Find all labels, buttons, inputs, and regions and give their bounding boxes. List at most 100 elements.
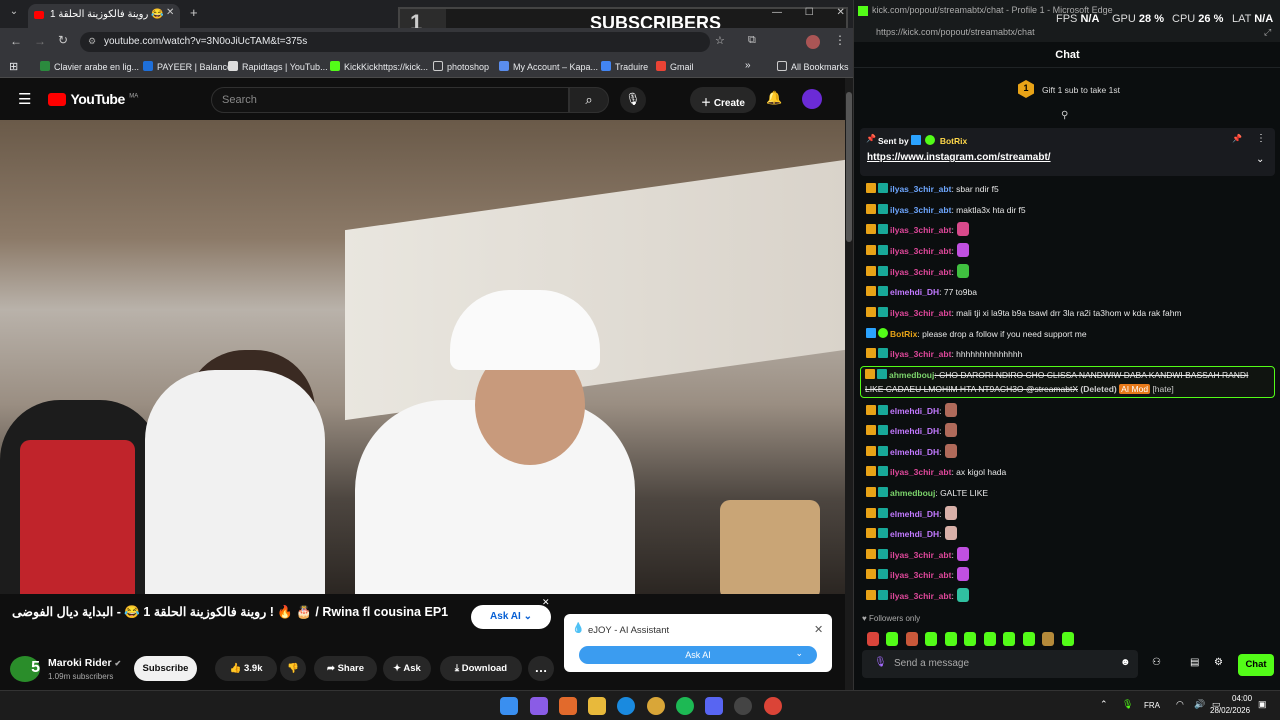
clock-date[interactable]: 28/02/2026 xyxy=(1210,706,1250,715)
app-icon[interactable] xyxy=(647,697,665,715)
unpin-icon[interactable]: 📌 xyxy=(1232,134,1242,143)
scrollbar-thumb[interactable] xyxy=(846,92,852,242)
site-info-icon[interactable]: ⚙ xyxy=(88,36,96,47)
chat-username[interactable]: ilyas_3chir_abt xyxy=(890,267,951,277)
ejoy-close-icon[interactable]: ✕ xyxy=(814,623,823,636)
account-avatar[interactable] xyxy=(802,89,822,109)
chat-username[interactable]: elmehdi_DH xyxy=(890,287,939,297)
discord-icon[interactable] xyxy=(705,697,723,715)
users-icon[interactable]: ⚇ xyxy=(1152,657,1161,668)
create-button[interactable]: ＋ Create xyxy=(690,87,756,113)
more-actions-button[interactable]: … xyxy=(528,656,554,681)
pinned-expand-icon[interactable]: ⌄ xyxy=(1256,154,1264,165)
ejoy-ask-ai-button[interactable]: Ask AI ⌄ xyxy=(579,646,817,664)
pinned-link[interactable]: https://www.instagram.com/streamabt/ xyxy=(867,152,1051,163)
more-bookmarks-icon[interactable]: » xyxy=(745,60,751,71)
language-indicator[interactable]: FRA xyxy=(1144,701,1160,710)
chat-username[interactable]: ilyas_3chir_abt xyxy=(890,467,951,477)
clock-time[interactable]: 04:00 xyxy=(1232,694,1252,703)
bookmark-folder[interactable]: photoshop xyxy=(433,61,489,72)
tray-chevron-icon[interactable]: ⌃ xyxy=(1100,699,1108,710)
search-button[interactable]: ⌕ xyxy=(569,87,609,113)
start-menu-icon[interactable] xyxy=(500,697,518,715)
emote-icon[interactable] xyxy=(964,632,977,646)
spotify-icon[interactable] xyxy=(676,697,694,715)
video-player[interactable] xyxy=(0,120,845,594)
bookmark-item[interactable]: KickKickhttps://kick... xyxy=(330,61,428,72)
notifications-bell-icon[interactable]: 🔔 xyxy=(766,90,782,106)
pinned-more-icon[interactable]: ⋮ xyxy=(1256,133,1266,144)
apps-grid-icon[interactable]: ⊞ xyxy=(9,60,18,73)
back-icon[interactable]: ← xyxy=(10,34,22,48)
wifi-icon[interactable]: ◠ xyxy=(1176,699,1184,710)
chat-mic-icon[interactable]: 🎙 xyxy=(874,657,887,668)
menu-dots-icon[interactable]: ⋮ xyxy=(834,33,846,47)
url-field[interactable]: ⚙ youtube.com/watch?v=3N0oJiUcTAM&t=375s xyxy=(80,32,710,52)
volume-icon[interactable]: 🔊 xyxy=(1194,699,1205,710)
bookmark-item[interactable]: Traduire xyxy=(601,61,648,72)
subscribe-button[interactable]: Subscribe xyxy=(134,656,197,681)
reload-icon[interactable]: ↻ xyxy=(58,33,68,47)
chat-username[interactable]: ilyas_3chir_abt xyxy=(890,246,951,256)
emote-icon[interactable] xyxy=(1003,632,1016,646)
app-icon[interactable] xyxy=(559,697,577,715)
chat-username[interactable]: ahmedbouj xyxy=(890,488,935,498)
store-icon[interactable]: ▤ xyxy=(1190,657,1199,668)
chat-username[interactable]: elmehdi_DH xyxy=(890,406,939,416)
download-button[interactable]: ⤓ Download xyxy=(440,656,522,681)
dislike-button[interactable]: 👎 xyxy=(280,656,306,681)
chat-username[interactable]: ilyas_3chir_abt xyxy=(890,349,951,359)
tray-mic-icon[interactable]: 🎙 xyxy=(1122,699,1133,710)
bookmark-item[interactable]: Clavier arabe en lig... xyxy=(40,61,139,72)
notification-icon[interactable]: ▣ xyxy=(1258,699,1267,710)
tab-search-icon[interactable]: ⌄ xyxy=(6,6,22,22)
emote-icon[interactable] xyxy=(905,632,918,646)
emote-icon[interactable] xyxy=(925,632,938,646)
chat-username[interactable]: ilyas_3chir_abt xyxy=(890,184,951,194)
minimize-icon[interactable]: — xyxy=(772,7,782,18)
like-button[interactable]: 👍 3.9k xyxy=(215,656,277,681)
chat-username[interactable]: ilyas_3chir_abt xyxy=(890,591,951,601)
channel-avatar[interactable]: 5 xyxy=(10,656,40,682)
chat-username[interactable]: ilyas_3chir_abt xyxy=(890,550,951,560)
bookmark-item[interactable]: My Account – Kapa... xyxy=(499,61,598,72)
share-button[interactable]: ➦ Share xyxy=(314,656,377,681)
settings-gear-icon[interactable]: ⚙ xyxy=(1214,657,1223,668)
emote-icon[interactable] xyxy=(983,632,996,646)
chrome-icon[interactable] xyxy=(764,697,782,715)
chat-username[interactable]: ilyas_3chir_abt xyxy=(890,225,951,235)
channel-name[interactable]: Maroki Rider ✔ xyxy=(48,657,121,669)
emote-icon[interactable] xyxy=(867,632,879,646)
emote-icon[interactable] xyxy=(944,632,957,646)
chat-username[interactable]: elmehdi_DH xyxy=(890,529,939,539)
file-explorer-icon[interactable] xyxy=(588,697,606,715)
chat-username[interactable]: ilyas_3chir_abt xyxy=(890,308,951,318)
new-tab-icon[interactable]: + xyxy=(190,5,198,20)
chat-collapse-icon[interactable]: ⤢ xyxy=(1264,27,1271,38)
chat-username[interactable]: BotRix xyxy=(890,329,917,339)
edge-icon[interactable] xyxy=(617,697,635,715)
chat-username[interactable]: elmehdi_DH xyxy=(890,509,939,519)
emote-icon[interactable] xyxy=(1061,632,1074,646)
forward-icon[interactable]: → xyxy=(34,34,46,48)
close-ask-ai-icon[interactable]: ✕ xyxy=(542,597,550,608)
chat-send-button[interactable]: Chat xyxy=(1238,654,1274,676)
extensions-icon[interactable]: ⧉ xyxy=(748,34,756,47)
ask-ai-button[interactable]: Ask AI ⌄ xyxy=(471,605,551,629)
voice-search-button[interactable]: 🎙 xyxy=(620,87,646,113)
youtube-logo[interactable]: YouTube MA xyxy=(48,91,138,109)
tab-youtube[interactable]: روينة فالكوزينة الحلقة 1 😂 xyxy=(28,4,180,28)
filter-icon[interactable]: ⚲ xyxy=(1061,110,1068,121)
search-input[interactable]: Search xyxy=(211,87,569,113)
gift-sub-prompt[interactable]: Gift 1 sub to take 1st xyxy=(1042,85,1120,95)
profile-icon[interactable] xyxy=(806,35,820,49)
maximize-icon[interactable]: ☐ xyxy=(805,7,814,18)
copilot-icon[interactable] xyxy=(530,697,548,715)
chat-username[interactable]: elmehdi_DH xyxy=(890,426,939,436)
all-bookmarks[interactable]: All Bookmarks xyxy=(777,61,849,72)
obs-icon[interactable] xyxy=(734,697,752,715)
emoji-picker-icon[interactable]: ☻ xyxy=(1120,657,1131,668)
bookmark-item[interactable]: Gmail xyxy=(656,61,694,72)
close-window-icon[interactable]: ✕ xyxy=(837,7,845,18)
chat-username[interactable]: ilyas_3chir_abt xyxy=(890,205,951,215)
